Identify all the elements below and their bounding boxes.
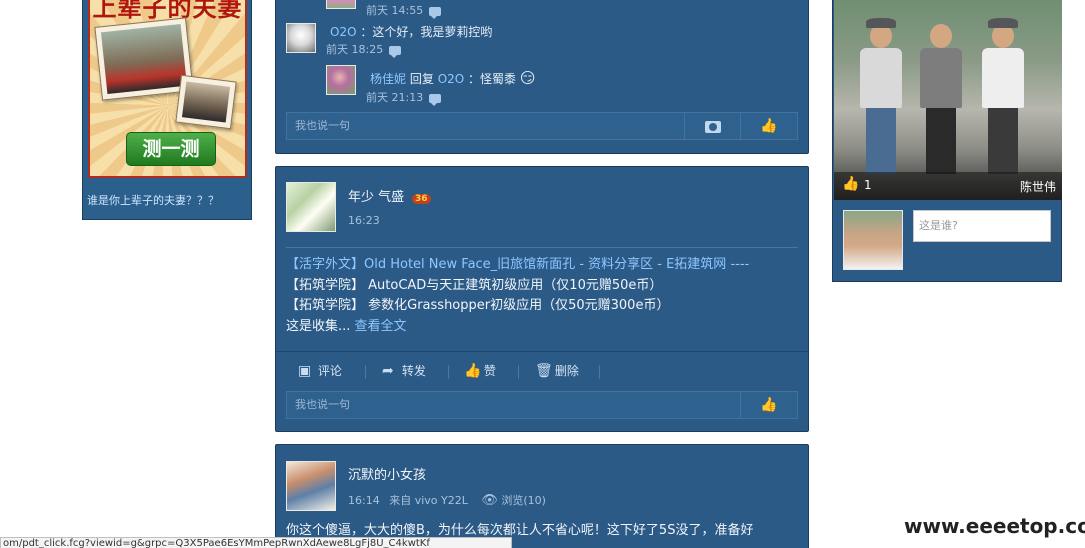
post-time: 16:23 [348, 214, 380, 227]
comment-time: 前天 14:55 [366, 2, 442, 19]
post-line-link[interactable]: 【活字外文】Old Hotel New Face_旧旅馆新面孔 - 资料分享区 … [286, 255, 798, 276]
camera-icon [705, 120, 721, 133]
comments-card: 前天 14:55 O2O ：这个好，我是萝莉控哟 前天 18:25 杨佳妮 回复… [275, 0, 809, 154]
post-author-link[interactable]: 年少 气盛 [348, 190, 404, 205]
action-separator [448, 365, 449, 379]
action-separator [365, 365, 366, 379]
reply-icon[interactable] [389, 45, 402, 58]
post-card: 沉默的小女孩 16:14 来自 vivo Y22L 👁 浏览(10) 你这个傻逼… [275, 444, 809, 548]
post-divider [286, 247, 798, 248]
eye-icon: 👁 [481, 493, 498, 508]
photo-caption-bar: 👍 1 陈世伟 [834, 172, 1062, 200]
commenter-avatar-partial[interactable] [326, 0, 356, 9]
smirk-emoji-icon: 😏 [519, 69, 536, 87]
post-time: 16:14 [348, 494, 380, 507]
ad-caption-link[interactable]: 谁是你上辈子的夫妻？？？ [87, 192, 219, 208]
comment-text: ：这个好，我是萝莉控哟 [360, 25, 493, 39]
comment-input[interactable]: 我也说一句 [286, 112, 686, 140]
reply-target-link[interactable]: O2O [438, 72, 465, 86]
post-line: 【拓筑学院】 参数化Grasshopper初级应用（仅50元赠300e币） [286, 298, 670, 313]
post-line: 这是收集... 查看全文 [286, 317, 798, 338]
level-badge: 36 [411, 194, 431, 204]
post-author-avatar[interactable] [286, 461, 336, 511]
thumbs-up-send-icon: 👍 [760, 118, 778, 134]
post-action-bar: ▣ 评论 ➦ 转发 👍 赞 🗑 删除 [276, 351, 808, 391]
comment-row: 杨佳妮 回复 O2O ：怪蜀黍 😏 [370, 69, 536, 87]
who-is-this-input[interactable]: 这是谁? [913, 210, 1051, 242]
left-ad-panel: 上辈子的夫妻 测一测 谁是你上辈子的夫妻？？？ [82, 0, 252, 220]
group-photo[interactable]: 👍 1 陈世伟 [834, 0, 1062, 200]
post-body: 【活字外文】Old Hotel New Face_旧旅馆新面孔 - 资料分享区 … [286, 255, 798, 337]
comment-action[interactable]: ▣ 评论 [298, 362, 342, 379]
reply-word: 回复 [409, 72, 434, 86]
delete-action[interactable]: 🗑 删除 [535, 362, 579, 379]
trash-icon: 🗑 [535, 363, 553, 379]
photo-person [918, 24, 964, 174]
thumbs-up-icon: 👍 [464, 363, 482, 379]
action-separator [599, 365, 600, 379]
photo-person [980, 18, 1026, 174]
submit-comment-button[interactable]: 👍 [740, 391, 798, 419]
thumbs-up-send-icon: 👍 [760, 397, 778, 413]
post-source: 来自 vivo Y22L [389, 494, 468, 507]
post-line: 【拓筑学院】 AutoCAD与天正建筑初级应用（仅10元赠50e币） [286, 277, 663, 293]
post-text: 你这个傻逼，大大的傻B，为什么每次都让人不省心呢！这下好了5S没了，准备好 [286, 523, 754, 538]
ad-old-photo [175, 74, 237, 130]
thumbs-up-icon[interactable]: 👍 [842, 176, 859, 192]
site-watermark: www.eeeetop.com [904, 514, 1085, 538]
submit-comment-button[interactable]: 👍 [740, 112, 798, 140]
forward-action[interactable]: ➦ 转发 [382, 362, 426, 379]
comment-time: 前天 18:25 [326, 41, 402, 58]
comment-author-link[interactable]: 杨佳妮 [370, 72, 406, 86]
post-summary: 这是收集... [286, 318, 351, 334]
post-author-link[interactable]: 沉默的小女孩 [348, 464, 426, 483]
comment-author-link[interactable]: O2O [330, 25, 357, 39]
status-bar-url: om/pdt_click.fcg?viewid=g&grpc=Q3X5Pae6E… [0, 537, 512, 548]
post-meta: 16:14 来自 vivo Y22L 👁 浏览(10) [348, 492, 546, 508]
candidate-avatar[interactable] [843, 210, 903, 270]
comment-icon: ▣ [298, 363, 312, 379]
view-count: 浏览(10) [501, 494, 546, 507]
action-separator [518, 365, 519, 379]
reply-icon[interactable] [429, 6, 442, 19]
comment-text: ：怪蜀黍 [468, 72, 517, 86]
comment-time: 前天 21:13 [366, 89, 442, 106]
photo-like-count: 1 [864, 178, 872, 192]
commenter-avatar[interactable] [326, 65, 356, 95]
photo-person-name: 陈世伟 [1019, 180, 1056, 194]
ad-test-button[interactable]: 测一测 [126, 132, 216, 166]
post-author-row: 年少 气盛 36 [348, 186, 431, 205]
forward-icon: ➦ [382, 363, 394, 379]
comment-row: O2O ：这个好，我是萝莉控哟 [330, 23, 492, 40]
reply-icon[interactable] [429, 93, 442, 106]
comment-input[interactable]: 我也说一句 [286, 391, 742, 419]
post-author-avatar[interactable] [286, 182, 336, 232]
read-more-link[interactable]: 查看全文 [355, 319, 407, 334]
ad-poster-image[interactable]: 上辈子的夫妻 测一测 [88, 0, 247, 178]
like-action[interactable]: 👍 赞 [464, 362, 496, 379]
photo-person [858, 18, 904, 174]
post-card: 年少 气盛 36 16:23 【活字外文】Old Hotel New Face_… [275, 166, 809, 432]
commenter-avatar[interactable] [286, 23, 316, 53]
camera-button[interactable] [684, 112, 742, 140]
who-is-this-widget: 👍 1 陈世伟 这是谁? [832, 0, 1062, 282]
